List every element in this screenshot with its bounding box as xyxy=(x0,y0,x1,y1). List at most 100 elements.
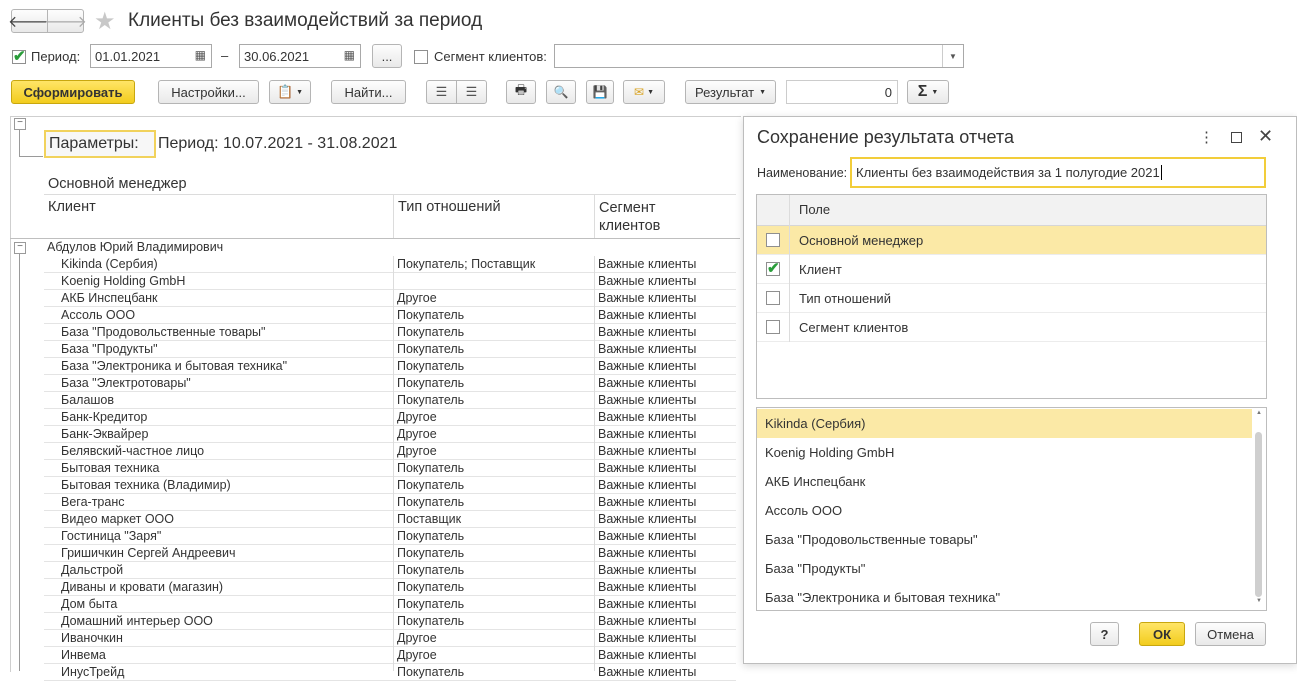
date-to-field[interactable]: 30.06.2021 ▦ xyxy=(239,44,361,68)
send-mail-button[interactable]: ✉ ▼ xyxy=(623,80,665,104)
scroll-thumb[interactable] xyxy=(1255,432,1262,597)
field-row[interactable]: Клиент xyxy=(757,255,1266,284)
segment-cell: Важные клиенты xyxy=(598,444,697,458)
save-button[interactable]: 💾 xyxy=(586,80,614,104)
table-row[interactable]: Банк-Кредитор Другое Важные клиенты xyxy=(44,409,736,426)
expand-groups-button[interactable]: ☰ xyxy=(426,80,457,104)
favorite-star-icon[interactable]: ★ xyxy=(94,7,116,36)
clipboard-icon: 📋 xyxy=(276,84,294,99)
arrow-right-icon: 🡒 xyxy=(44,13,87,31)
table-row[interactable]: ИнусТрейд Покупатель Важные клиенты xyxy=(44,664,736,681)
collapse-groups-button[interactable]: ☰ xyxy=(456,80,487,104)
table-row[interactable]: Дальстрой Покупатель Важные клиенты xyxy=(44,562,736,579)
table-row[interactable]: Белявский-частное лицо Другое Важные клиен… xyxy=(44,443,736,460)
table-row[interactable]: Гришичкин Сергей Андреевич Покупатель Важн… xyxy=(44,545,736,562)
list-item[interactable]: База "Продовольственные товары" xyxy=(757,525,1252,554)
chevron-down-icon[interactable]: ▼ xyxy=(942,45,963,67)
date-from-field[interactable]: 01.01.2021 ▦ xyxy=(90,44,212,68)
collapse-list-icon: ☰ xyxy=(465,84,478,99)
column-header-segment: Сегмент клиентов xyxy=(599,199,660,235)
table-row[interactable]: АКБ Инспецбанк Другое Важные клиенты xyxy=(44,290,736,307)
client-cell: Иваночкин xyxy=(61,631,123,645)
segment-cell: Важные клиенты xyxy=(598,308,697,322)
segment-cell: Важные клиенты xyxy=(598,597,697,611)
table-row[interactable]: Дом быта Покупатель Важные клиенты xyxy=(44,596,736,613)
column-divider xyxy=(393,256,394,671)
table-row[interactable]: Koenig Holding GmbH Важные клиенты xyxy=(44,273,736,290)
table-row[interactable]: База "Электротовары" Покупатель Важные кли… xyxy=(44,375,736,392)
maximize-icon[interactable] xyxy=(1231,132,1242,143)
find-button[interactable]: Найти... xyxy=(331,80,406,104)
table-row[interactable]: Бытовая техника (Владимир) Покупатель Важн… xyxy=(44,477,736,494)
field-checkbox[interactable] xyxy=(766,233,780,247)
type-cell: Покупатель xyxy=(397,308,465,322)
preview-button[interactable]: 🔍 xyxy=(546,80,576,104)
params-label[interactable]: Параметры: xyxy=(44,130,156,158)
result-button[interactable]: Результат ▼ xyxy=(685,80,776,104)
generate-button[interactable]: Сформировать xyxy=(11,80,135,104)
list-item[interactable]: Koenig Holding GmbH xyxy=(757,438,1252,467)
sum-mode-button[interactable]: Σ ▼ xyxy=(907,80,949,104)
table-row[interactable]: Kikinda (Сербия) Покупатель; Поставщик Важ… xyxy=(44,256,736,273)
list-item-label: АКБ Инспецбанк xyxy=(765,474,866,489)
settings-button[interactable]: Настройки... xyxy=(158,80,259,104)
client-cell: Гостиница "Заря" xyxy=(61,529,162,543)
close-icon[interactable]: ✕ xyxy=(1258,126,1273,147)
field-checkbox[interactable] xyxy=(766,291,780,305)
list-item-label: Ассоль ООО xyxy=(765,503,843,518)
calendar-icon[interactable]: ▦ xyxy=(344,48,355,62)
segment-cell: Важные клиенты xyxy=(598,325,697,339)
ok-button[interactable]: ОК xyxy=(1139,622,1185,646)
period-checkbox[interactable] xyxy=(12,47,26,65)
group-collapse-icon[interactable]: − xyxy=(14,242,26,254)
list-item[interactable]: Kikinda (Сербия) xyxy=(757,409,1252,438)
segment-field[interactable]: ▼ xyxy=(554,44,964,68)
field-checkbox[interactable] xyxy=(766,259,780,277)
list-item[interactable]: База "Продукты" xyxy=(757,554,1252,583)
back-button[interactable]: 🡐 xyxy=(8,9,51,33)
column-header-client: Клиент xyxy=(48,199,96,215)
scroll-down-icon[interactable]: ▼ xyxy=(1256,598,1262,604)
table-row[interactable]: Видео маркет ООО Поставщик Важные клиенты xyxy=(44,511,736,528)
field-checkbox[interactable] xyxy=(766,320,780,334)
more-actions-icon[interactable]: ⋮ xyxy=(1199,128,1214,146)
table-row[interactable]: Банк-Эквайрер Другое Важные клиенты xyxy=(44,426,736,443)
table-row[interactable]: Гостиница "Заря" Покупатель Важные клиенты xyxy=(44,528,736,545)
help-button[interactable]: ? xyxy=(1090,622,1119,646)
field-row[interactable]: Сегмент клиентов xyxy=(757,313,1266,342)
table-row[interactable]: База "Электроника и бытовая техника" Поку… xyxy=(44,358,736,375)
list-item-label: Kikinda (Сербия) xyxy=(765,416,866,431)
table-row[interactable]: Ассоль ООО Покупатель Важные клиенты xyxy=(44,307,736,324)
table-row[interactable]: Балашов Покупатель Важные клиенты xyxy=(44,392,736,409)
list-item[interactable]: АКБ Инспецбанк xyxy=(757,467,1252,496)
forward-button[interactable]: 🡒 xyxy=(44,9,87,33)
name-input[interactable]: Клиенты без взаимодействия за 1 полугоди… xyxy=(850,157,1266,188)
field-row[interactable]: Основной менеджер xyxy=(757,226,1266,255)
table-row[interactable]: Домашний интерьер ООО Покупатель Важные кл… xyxy=(44,613,736,630)
field-row[interactable]: Тип отношений xyxy=(757,284,1266,313)
tree-line xyxy=(19,254,20,671)
list-item[interactable]: Ассоль ООО xyxy=(757,496,1252,525)
chevron-down-icon: ▼ xyxy=(296,88,304,96)
header-collapse-icon[interactable]: − xyxy=(14,118,26,130)
sum-field[interactable]: 0 xyxy=(786,80,898,104)
type-cell: Другое xyxy=(397,427,437,441)
segment-checkbox[interactable] xyxy=(414,50,428,64)
table-row[interactable]: Вега-транс Покупатель Важные клиенты xyxy=(44,494,736,511)
cancel-button[interactable]: Отмена xyxy=(1195,622,1266,646)
table-row[interactable]: Иваночкин Другое Важные клиенты xyxy=(44,630,736,647)
table-row[interactable]: Инвема Другое Важные клиенты xyxy=(44,647,736,664)
table-row[interactable]: База "Продовольственные товары" Покупател… xyxy=(44,324,736,341)
list-item[interactable]: База "Электроника и бытовая техника" xyxy=(757,583,1252,612)
list-scrollbar[interactable]: ▲ ▼ xyxy=(1253,408,1266,610)
client-cell: База "Продукты" xyxy=(61,342,158,356)
calendar-icon[interactable]: ▦ xyxy=(195,48,206,62)
type-cell: Покупатель xyxy=(397,580,465,594)
print-button[interactable]: 🖶 xyxy=(506,80,536,104)
table-row[interactable]: Бытовая техника Покупатель Важные клиенты xyxy=(44,460,736,477)
period-select-button[interactable]: ... xyxy=(372,44,402,68)
table-row[interactable]: Диваны и кровати (магазин) Покупатель Важн… xyxy=(44,579,736,596)
table-row[interactable]: База "Продукты" Покупатель Важные клиенты xyxy=(44,341,736,358)
variants-button[interactable]: 📋 ▼ xyxy=(269,80,311,104)
scroll-up-icon[interactable]: ▲ xyxy=(1256,410,1262,416)
